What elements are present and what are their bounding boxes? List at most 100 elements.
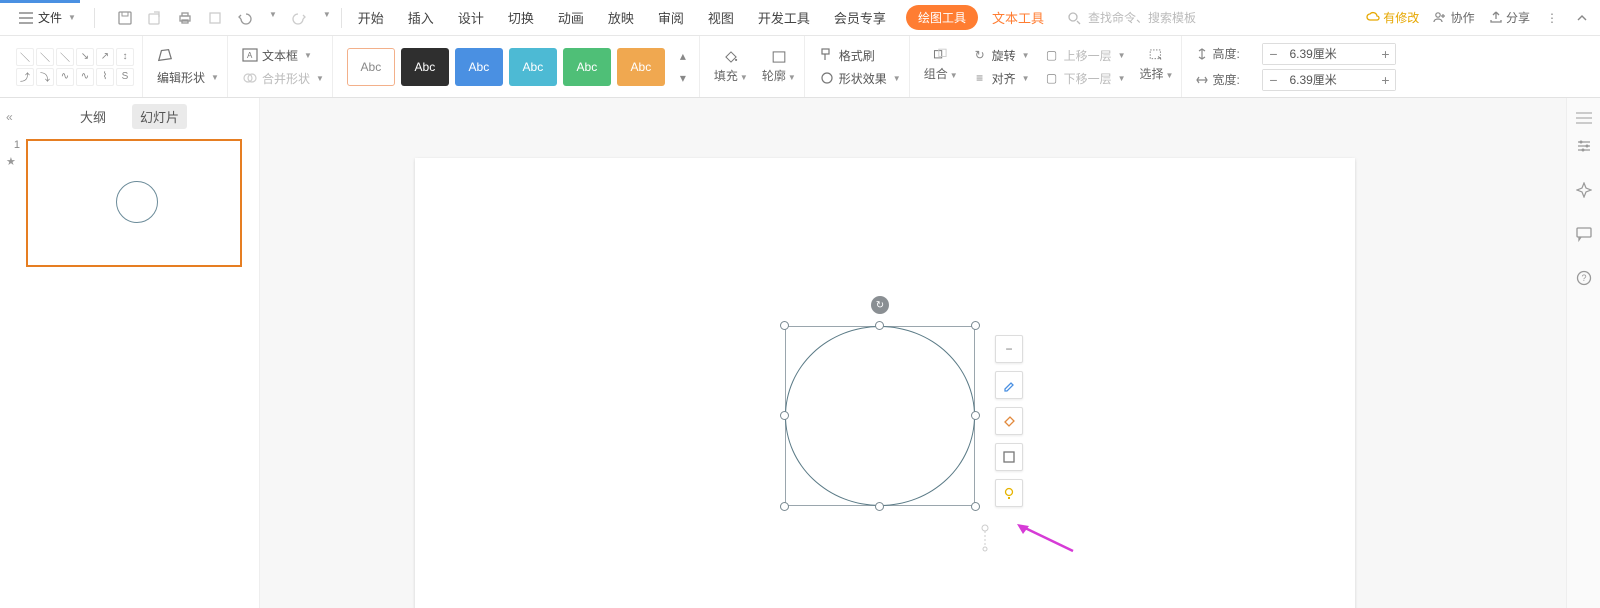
align-button[interactable]: ≡对齐▼ bbox=[972, 70, 1030, 87]
style-scroll-up-icon[interactable]: ▴ bbox=[675, 48, 691, 64]
resize-handle-tr[interactable] bbox=[971, 321, 980, 330]
float-fill-button[interactable] bbox=[995, 407, 1023, 435]
search-box[interactable] bbox=[1066, 10, 1238, 26]
resize-handle-l[interactable] bbox=[780, 411, 789, 420]
line-shape[interactable]: ⤵ bbox=[36, 68, 54, 86]
tab-member[interactable]: 会员专享 bbox=[834, 4, 886, 31]
collab-button[interactable]: 协作 bbox=[1433, 9, 1474, 26]
chevron-down-icon[interactable]: ▼ bbox=[269, 10, 277, 26]
width-input[interactable] bbox=[1283, 73, 1375, 87]
slide-canvas[interactable]: ↻ − bbox=[415, 158, 1355, 608]
height-spinner[interactable]: − + bbox=[1262, 43, 1396, 65]
selected-circle-shape[interactable]: ↻ bbox=[785, 326, 975, 506]
share-button[interactable]: 分享 bbox=[1489, 9, 1530, 26]
save-as-icon[interactable] bbox=[147, 10, 163, 26]
style-swatch-teal[interactable]: Abc bbox=[509, 48, 557, 86]
resize-handle-tl[interactable] bbox=[780, 321, 789, 330]
group-button[interactable]: 组合▼ bbox=[924, 47, 958, 87]
edit-shape-button[interactable]: 编辑形状▼ bbox=[157, 69, 219, 86]
print-preview-icon[interactable] bbox=[207, 10, 223, 26]
style-swatch-green[interactable]: Abc bbox=[563, 48, 611, 86]
chevron-down-icon[interactable]: ▼ bbox=[323, 10, 331, 26]
tab-view[interactable]: 视图 bbox=[708, 4, 734, 31]
float-idea-button[interactable] bbox=[995, 479, 1023, 507]
resize-handle-t[interactable] bbox=[875, 321, 884, 330]
select-button[interactable]: 选择▼ bbox=[1140, 47, 1174, 87]
tab-review[interactable]: 审阅 bbox=[658, 4, 684, 31]
height-decrement[interactable]: − bbox=[1263, 44, 1283, 64]
height-increment[interactable]: + bbox=[1375, 44, 1395, 64]
unsaved-indicator[interactable]: 有修改 bbox=[1366, 9, 1419, 26]
line-shape[interactable]: ∿ bbox=[56, 68, 74, 86]
resize-handle-r[interactable] bbox=[971, 411, 980, 420]
undo-icon[interactable] bbox=[237, 10, 253, 26]
line-shape[interactable]: ↗ bbox=[96, 48, 114, 66]
style-swatch-black[interactable]: Abc bbox=[401, 48, 449, 86]
format-painter-button[interactable]: 格式刷 bbox=[819, 47, 901, 64]
resize-handle-br[interactable] bbox=[971, 502, 980, 511]
text-tool-tab[interactable]: 文本工具 bbox=[992, 8, 1044, 27]
circle-shape[interactable] bbox=[785, 326, 975, 506]
tab-design[interactable]: 设计 bbox=[458, 4, 484, 31]
rotation-handle[interactable]: ↻ bbox=[871, 296, 889, 314]
line-shape[interactable]: ∿ bbox=[76, 68, 94, 86]
tab-slideshow[interactable]: 放映 bbox=[608, 4, 634, 31]
animation-star-icon[interactable]: ★ bbox=[6, 155, 20, 168]
bring-forward-label: 上移一层 bbox=[1064, 47, 1112, 64]
height-input[interactable] bbox=[1283, 47, 1375, 61]
help-icon[interactable]: ? bbox=[1576, 270, 1592, 286]
style-swatch-outline[interactable]: Abc bbox=[347, 48, 395, 86]
tab-insert[interactable]: 插入 bbox=[408, 4, 434, 31]
line-shape[interactable]: ＼ bbox=[56, 48, 74, 66]
resize-handle-bl[interactable] bbox=[780, 502, 789, 511]
comment-icon[interactable] bbox=[1576, 226, 1592, 242]
float-eyedropper-button[interactable] bbox=[995, 371, 1023, 399]
bring-forward-button[interactable]: ▢上移一层▼ bbox=[1044, 47, 1126, 64]
file-menu[interactable]: 文件 ▼ bbox=[10, 5, 84, 30]
effects-icon bbox=[819, 70, 835, 86]
collapse-ribbon-icon[interactable] bbox=[1574, 10, 1590, 26]
tab-start[interactable]: 开始 bbox=[358, 4, 384, 31]
line-shape[interactable]: ⌇ bbox=[96, 68, 114, 86]
line-shape[interactable]: ＼ bbox=[36, 48, 54, 66]
shape-effects-button[interactable]: 形状效果▼ bbox=[819, 70, 901, 87]
line-shape[interactable]: ↘ bbox=[76, 48, 94, 66]
menu-icon[interactable] bbox=[1576, 110, 1592, 126]
line-shape[interactable]: S bbox=[116, 68, 134, 86]
rotate-button[interactable]: ↻旋转▼ bbox=[972, 47, 1030, 64]
search-input[interactable] bbox=[1088, 11, 1238, 25]
line-shape[interactable]: ＼ bbox=[16, 48, 34, 66]
merge-shape-button[interactable]: 合并形状▼ bbox=[242, 70, 324, 87]
fill-button[interactable]: 填充▼ bbox=[714, 49, 748, 84]
width-increment[interactable]: + bbox=[1375, 70, 1395, 90]
canvas-area[interactable]: ↻ − bbox=[260, 98, 1566, 608]
slides-view-tab[interactable]: 幻灯片 bbox=[132, 104, 187, 129]
float-outline-button[interactable] bbox=[995, 443, 1023, 471]
tab-animation[interactable]: 动画 bbox=[558, 4, 584, 31]
width-spinner[interactable]: − + bbox=[1262, 69, 1396, 91]
resize-handle-b[interactable] bbox=[875, 502, 884, 511]
send-backward-button[interactable]: ▢下移一层▼ bbox=[1044, 70, 1126, 87]
collapse-panel-icon[interactable]: « bbox=[6, 110, 13, 124]
slide-thumbnail-1[interactable] bbox=[26, 139, 242, 267]
width-decrement[interactable]: − bbox=[1263, 70, 1283, 90]
line-shape[interactable]: ↕ bbox=[116, 48, 134, 66]
more-icon[interactable]: ⋮ bbox=[1544, 10, 1560, 26]
drawing-tool-tab[interactable]: 绘图工具 bbox=[906, 5, 978, 30]
outline-view-tab[interactable]: 大纲 bbox=[72, 104, 114, 129]
redo-icon[interactable] bbox=[291, 10, 307, 26]
edit-points-button[interactable] bbox=[157, 47, 219, 63]
tab-transition[interactable]: 切换 bbox=[508, 4, 534, 31]
style-swatch-orange[interactable]: Abc bbox=[617, 48, 665, 86]
settings-sliders-icon[interactable] bbox=[1576, 138, 1592, 154]
outline-button[interactable]: 轮廓▼ bbox=[762, 49, 796, 84]
print-icon[interactable] bbox=[177, 10, 193, 26]
sparkle-icon[interactable] bbox=[1576, 182, 1592, 198]
style-scroll-down-icon[interactable]: ▾ bbox=[675, 70, 691, 86]
textbox-button[interactable]: A 文本框▼ bbox=[242, 47, 324, 64]
save-icon[interactable] bbox=[117, 10, 133, 26]
line-shape[interactable]: ⤴ bbox=[16, 68, 34, 86]
float-collapse-button[interactable]: − bbox=[995, 335, 1023, 363]
tab-devtools[interactable]: 开发工具 bbox=[758, 4, 810, 31]
style-swatch-blue[interactable]: Abc bbox=[455, 48, 503, 86]
